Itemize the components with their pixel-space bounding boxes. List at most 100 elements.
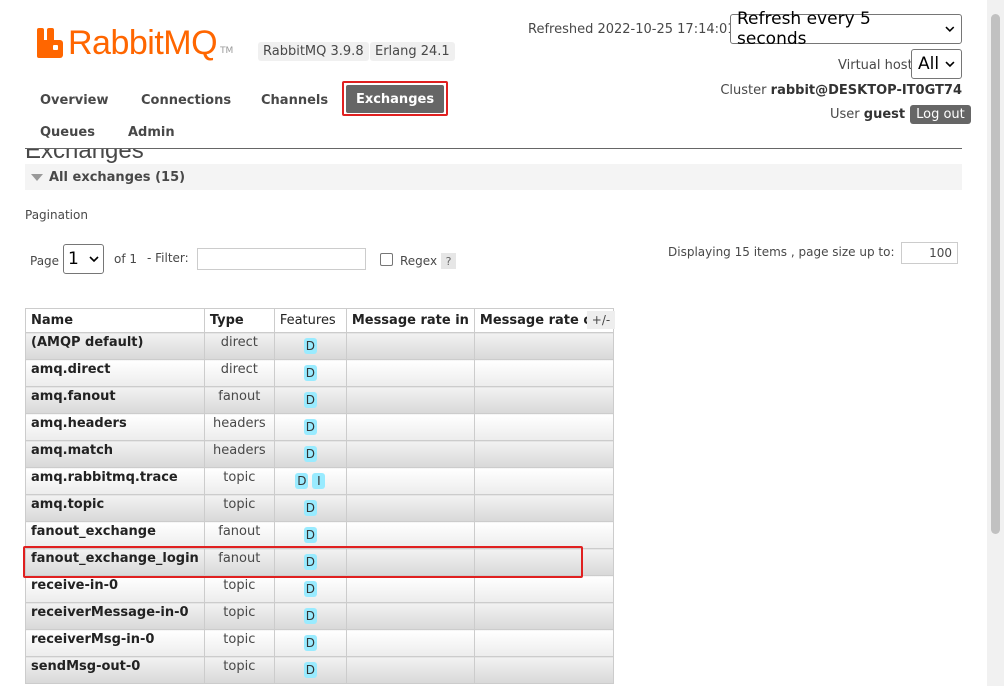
scrollbar-thumb[interactable] bbox=[991, 14, 1000, 534]
exchange-type: topic bbox=[203, 494, 275, 522]
exchange-name-link[interactable]: receiverMessage-in-0 bbox=[25, 602, 205, 630]
message-rate-in bbox=[345, 359, 475, 387]
table-row: receive-in-0 topic D bbox=[25, 575, 614, 603]
feature-badge: D bbox=[303, 608, 317, 624]
cluster-label: Cluster bbox=[720, 83, 767, 98]
nav-admin[interactable]: Admin bbox=[128, 125, 175, 140]
virtual-host-value: All bbox=[918, 54, 940, 74]
column-header-name[interactable]: Name bbox=[25, 308, 205, 333]
message-rate-in bbox=[345, 494, 475, 522]
message-rate-out bbox=[473, 494, 614, 522]
refresh-interval-select[interactable]: Refresh every 5 seconds bbox=[730, 9, 962, 49]
collapse-triangle-icon bbox=[31, 173, 43, 181]
feature-badge: D bbox=[303, 554, 317, 570]
chevron-down-icon bbox=[945, 61, 955, 68]
exchange-type: topic bbox=[203, 602, 275, 630]
logo-text: RabbitMQ bbox=[68, 24, 218, 62]
section-title: All exchanges (15) bbox=[49, 169, 186, 185]
feature-badge: D bbox=[303, 662, 317, 678]
feature-badge: D bbox=[303, 338, 317, 354]
nav-connections[interactable]: Connections bbox=[141, 93, 231, 108]
virtual-host-select[interactable]: All bbox=[911, 49, 962, 79]
exchange-features: D bbox=[273, 413, 347, 441]
exchange-name-link[interactable]: fanout_exchange_login bbox=[25, 548, 205, 576]
message-rate-out bbox=[473, 575, 614, 603]
nav-exchanges-label: Exchanges bbox=[355, 91, 435, 107]
rabbitmq-version-badge: RabbitMQ 3.9.8 bbox=[258, 42, 369, 61]
regex-checkbox[interactable] bbox=[380, 253, 393, 266]
cluster-info: Cluster rabbit@DESKTOP-IT0GT74 bbox=[720, 83, 962, 98]
exchange-name-link[interactable]: amq.fanout bbox=[25, 386, 205, 414]
page-number-select[interactable]: 1 bbox=[63, 244, 104, 274]
all-exchanges-section-toggle[interactable]: All exchanges (15) bbox=[25, 164, 962, 190]
rabbit-logo-icon bbox=[35, 28, 65, 58]
exchange-name-link[interactable]: amq.topic bbox=[25, 494, 205, 522]
vertical-scrollbar[interactable] bbox=[987, 0, 1004, 686]
exchange-features: DI bbox=[273, 467, 347, 495]
message-rate-out bbox=[473, 467, 614, 495]
virtual-host-label: Virtual host bbox=[838, 58, 913, 73]
message-rate-in bbox=[345, 521, 475, 549]
table-row: (AMQP default) direct D bbox=[25, 332, 614, 360]
exchange-name-link[interactable]: amq.rabbitmq.trace bbox=[25, 467, 205, 495]
logo-trademark: TM bbox=[220, 46, 234, 56]
displaying-items-text: Displaying 15 items , page size up to: bbox=[668, 245, 895, 259]
nav-overview[interactable]: Overview bbox=[40, 93, 109, 108]
exchange-name-link[interactable]: sendMsg-out-0 bbox=[25, 656, 205, 684]
table-row: fanout_exchange fanout D bbox=[25, 521, 614, 549]
nav-queues[interactable]: Queues bbox=[40, 125, 95, 140]
exchange-name-link[interactable]: (AMQP default) bbox=[25, 332, 205, 360]
message-rate-out bbox=[473, 656, 614, 684]
page-number-value: 1 bbox=[68, 249, 79, 269]
page-size-input[interactable]: 100 bbox=[901, 242, 958, 264]
message-rate-in bbox=[345, 440, 475, 468]
message-rate-in bbox=[345, 575, 475, 603]
logout-button[interactable]: Log out bbox=[910, 105, 971, 124]
page-label: Page bbox=[30, 254, 60, 268]
exchange-type: topic bbox=[203, 467, 275, 495]
column-toggle-button[interactable]: +/- bbox=[587, 311, 615, 329]
user-name: guest bbox=[863, 107, 906, 122]
exchange-type: direct bbox=[203, 332, 275, 360]
table-row: receiverMsg-in-0 topic D bbox=[25, 629, 614, 657]
table-row: receiverMessage-in-0 topic D bbox=[25, 602, 614, 630]
cluster-name: rabbit@DESKTOP-IT0GT74 bbox=[770, 83, 962, 98]
feature-badge: D bbox=[303, 392, 317, 408]
column-header-rate-in[interactable]: Message rate in bbox=[345, 308, 475, 333]
exchange-type: fanout bbox=[203, 548, 275, 576]
exchange-features: D bbox=[273, 548, 347, 576]
page-count: of 1 bbox=[114, 252, 138, 266]
filter-input[interactable] bbox=[197, 248, 366, 270]
nav-channels[interactable]: Channels bbox=[261, 93, 328, 108]
rabbitmq-logo[interactable]: RabbitMQ TM bbox=[35, 26, 233, 60]
feature-badge: D bbox=[303, 365, 317, 381]
feature-badge: D bbox=[303, 446, 317, 462]
exchange-type: headers bbox=[203, 413, 275, 441]
exchange-name-link[interactable]: amq.headers bbox=[25, 413, 205, 441]
feature-badge: D bbox=[295, 473, 309, 489]
table-row: fanout_exchange_login fanout D bbox=[25, 548, 614, 576]
exchange-features: D bbox=[273, 494, 347, 522]
nav-exchanges[interactable]: Exchanges bbox=[346, 85, 444, 113]
feature-badge: D bbox=[303, 635, 317, 651]
column-header-type[interactable]: Type bbox=[203, 308, 275, 333]
exchange-name-link[interactable]: amq.direct bbox=[25, 359, 205, 387]
exchange-name-link[interactable]: receive-in-0 bbox=[25, 575, 205, 603]
exchange-name-link[interactable]: amq.match bbox=[25, 440, 205, 468]
exchange-type: topic bbox=[203, 575, 275, 603]
exchange-name-link[interactable]: receiverMsg-in-0 bbox=[25, 629, 205, 657]
message-rate-out bbox=[473, 359, 614, 387]
message-rate-in bbox=[345, 629, 475, 657]
feature-badge: D bbox=[303, 500, 317, 516]
exchange-features: D bbox=[273, 359, 347, 387]
chevron-down-icon bbox=[89, 256, 99, 263]
exchange-features: D bbox=[273, 602, 347, 630]
message-rate-out bbox=[473, 629, 614, 657]
message-rate-in bbox=[345, 413, 475, 441]
exchange-type: fanout bbox=[203, 386, 275, 414]
exchange-name-link[interactable]: fanout_exchange bbox=[25, 521, 205, 549]
filter-label: - Filter: bbox=[147, 251, 189, 265]
refreshed-timestamp: Refreshed 2022-10-25 17:14:01 bbox=[528, 22, 736, 37]
message-rate-out bbox=[473, 521, 614, 549]
regex-help-button[interactable]: ? bbox=[441, 253, 456, 269]
